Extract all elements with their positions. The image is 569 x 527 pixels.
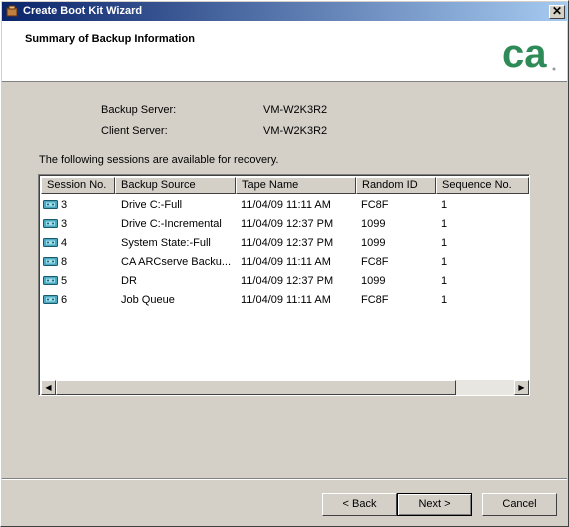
arrow-right-icon: ▶ — [518, 383, 525, 392]
table-row[interactable]: 3 Drive C:-Incremental 11/04/09 12:37 PM 10… — [41, 215, 529, 234]
app-icon — [6, 5, 18, 17]
cell-random-id: FC8F — [361, 256, 389, 268]
cell-sequence: 1 — [441, 275, 448, 287]
cell-sequence: 1 — [441, 237, 448, 249]
cancel-button[interactable]: Cancel — [482, 493, 557, 516]
cell-session: 6 — [61, 294, 68, 306]
cell-session: 4 — [61, 237, 68, 249]
cell-tape-name: 11/04/09 12:37 PM — [241, 237, 334, 249]
tape-session-icon — [43, 257, 58, 266]
cell-sequence: 1 — [441, 218, 448, 230]
cell-session: 3 — [61, 199, 68, 211]
scroll-right-button[interactable]: ▶ — [514, 380, 529, 395]
close-icon: ✕ — [551, 4, 563, 18]
client-server-label: Client Server: — [101, 125, 168, 137]
tape-session-icon — [43, 295, 58, 304]
scroll-thumb[interactable] — [56, 380, 456, 395]
back-button[interactable]: < Back — [322, 493, 397, 516]
backup-server-value: VM-W2K3R2 — [263, 104, 328, 116]
sessions-caption: The following sessions are available for… — [39, 154, 279, 166]
ca-logo: ca — [502, 32, 556, 76]
next-button[interactable]: Next > — [397, 493, 472, 516]
cell-random-id: FC8F — [361, 199, 389, 211]
column-header-sequence[interactable]: Sequence No. — [436, 177, 529, 194]
cell-session: 5 — [61, 275, 68, 287]
arrow-left-icon: ◀ — [45, 383, 52, 392]
horizontal-scrollbar[interactable]: ◀ ▶ — [41, 380, 529, 395]
backup-server-label: Backup Server: — [101, 104, 177, 116]
tape-session-icon — [43, 276, 58, 285]
tape-session-icon — [43, 200, 58, 209]
cell-random-id: 1099 — [361, 275, 386, 287]
table-row[interactable]: 4 System State:-Full 11/04/09 12:37 PM 1099… — [41, 234, 529, 253]
tape-session-icon — [43, 238, 58, 247]
svg-text:ca: ca — [502, 32, 547, 76]
cell-backup-source: Job Queue — [121, 294, 175, 306]
table-row[interactable]: 6 Job Queue 11/04/09 11:11 AM FC8F 1 — [41, 291, 529, 310]
table-row[interactable]: 8 CA ARCserve Backu... 11/04/09 11:11 AM FC… — [41, 253, 529, 272]
cell-tape-name: 11/04/09 11:11 AM — [241, 294, 331, 306]
cell-sequence: 1 — [441, 294, 448, 306]
cell-tape-name: 11/04/09 12:37 PM — [241, 275, 334, 287]
cell-random-id: 1099 — [361, 218, 386, 230]
cell-session: 3 — [61, 218, 68, 230]
cell-backup-source: CA ARCserve Backu... — [121, 256, 232, 268]
sessions-list[interactable]: Session No. Backup Source Tape Name Rand… — [38, 174, 530, 396]
column-header-backup-source[interactable]: Backup Source — [115, 177, 236, 194]
button-separator — [2, 478, 567, 480]
cell-tape-name: 11/04/09 11:11 AM — [241, 199, 331, 211]
column-header-session[interactable]: Session No. — [41, 177, 115, 194]
column-header-random-id[interactable]: Random ID — [356, 177, 436, 194]
client-server-value: VM-W2K3R2 — [263, 125, 328, 137]
cell-backup-source: Drive C:-Full — [121, 199, 183, 211]
cell-sequence: 1 — [441, 199, 448, 211]
cell-session: 8 — [61, 256, 68, 268]
page-title: Summary of Backup Information — [25, 33, 195, 45]
cell-sequence: 1 — [441, 256, 448, 268]
cell-random-id: FC8F — [361, 294, 389, 306]
cell-tape-name: 11/04/09 11:11 AM — [241, 256, 331, 268]
column-headers: Session No. Backup Source Tape Name Rand… — [41, 177, 529, 194]
cell-backup-source: DR — [121, 275, 137, 287]
close-button[interactable]: ✕ — [549, 5, 565, 19]
scroll-left-button[interactable]: ◀ — [41, 380, 56, 395]
title-bar[interactable]: Create Boot Kit Wizard ✕ — [2, 2, 567, 21]
wizard-window: Create Boot Kit Wizard ✕ Summary of Back… — [0, 0, 569, 527]
tape-session-icon — [43, 219, 58, 228]
cell-backup-source: Drive C:-Incremental — [121, 218, 222, 230]
table-row[interactable]: 3 Drive C:-Full 11/04/09 11:11 AM FC8F 1 — [41, 196, 529, 215]
wizard-header: Summary of Backup Information ca — [2, 21, 567, 82]
cell-backup-source: System State:-Full — [121, 237, 211, 249]
window-title: Create Boot Kit Wizard — [23, 5, 143, 17]
cell-random-id: 1099 — [361, 237, 386, 249]
cell-tape-name: 11/04/09 12:37 PM — [241, 218, 334, 230]
column-header-tape-name[interactable]: Tape Name — [236, 177, 356, 194]
table-row[interactable]: 5 DR 11/04/09 12:37 PM 1099 1 — [41, 272, 529, 291]
